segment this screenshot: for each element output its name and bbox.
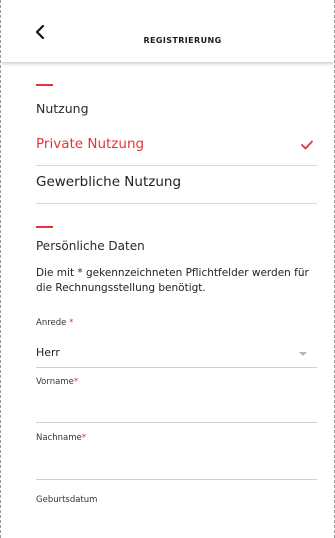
salutation-select[interactable]: Anrede * Herr [36, 318, 317, 368]
option-label: Gewerbliche Nutzung [36, 174, 182, 190]
salutation-label: Anrede * [36, 318, 74, 328]
personal-section [36, 226, 317, 228]
page-title: REGISTRIERUNG [143, 36, 222, 45]
last-name-field[interactable]: Nachname* [36, 433, 317, 480]
birth-date-label: Geburtsdatum [36, 495, 98, 505]
chevron-down-icon [299, 352, 307, 356]
first-name-field[interactable]: Vorname* [36, 377, 317, 423]
section-accent-dash [36, 226, 53, 228]
salutation-value: Herr [36, 346, 60, 359]
birth-date-field[interactable]: Geburtsdatum [36, 495, 317, 538]
app-header: REGISTRIERUNG [1, 0, 334, 62]
section-accent-dash [36, 84, 53, 86]
checkmark-icon [301, 140, 313, 150]
registration-screen: REGISTRIERUNG Nutzung Private Nutzung Ge… [0, 0, 335, 538]
required-fields-info: Die mit * gekennzeichneten Pflichtfelder… [36, 267, 309, 294]
usage-section [36, 84, 317, 86]
first-name-label: Vorname* [36, 377, 79, 387]
option-private-usage[interactable]: Private Nutzung [36, 128, 317, 166]
usage-heading: Nutzung [36, 101, 89, 116]
option-label: Private Nutzung [36, 136, 145, 152]
option-commercial-usage[interactable]: Gewerbliche Nutzung [36, 166, 317, 204]
last-name-label: Nachname* [36, 433, 86, 443]
personal-heading: Persönliche Daten [36, 239, 145, 253]
